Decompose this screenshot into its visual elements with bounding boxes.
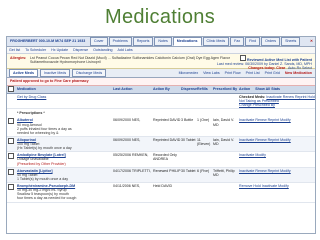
col-dispense: Dispense — [181, 87, 197, 92]
link-outstanding[interactable]: Outstanding — [93, 48, 112, 52]
link-print-flow[interactable]: Print Flow — [225, 71, 241, 75]
patient-bar: FROGHERBERT 000-10-M M/74 SEP 21 1933 Co… — [7, 37, 315, 47]
tab-fax[interactable]: Fax — [230, 37, 245, 46]
review-checkbox[interactable] — [240, 55, 247, 61]
row-checkbox[interactable] — [8, 153, 14, 160]
link-micromedex[interactable]: Micromedex — [179, 71, 199, 75]
table-row: Bromphéniramine-Pseudoeph-DM 10 mg-30 mg-… — [7, 183, 315, 203]
tab-problems[interactable]: Problems — [108, 37, 132, 46]
pharmacy-banner: Patient approved to go to Fine Care phar… — [7, 78, 315, 86]
row-checkbox[interactable] — [8, 168, 14, 175]
tab-reports[interactable]: Reports — [132, 37, 154, 46]
ehr-screenshot: FROGHERBERT 000-10-M M/74 SEP 21 1933 Co… — [6, 36, 316, 234]
get-by-drug-class-link[interactable]: Get by Drug Class — [17, 95, 113, 99]
page-title: Medications — [104, 6, 216, 28]
tab-find[interactable]: Find — [245, 37, 261, 46]
col-action-by[interactable]: Action By — [153, 87, 181, 91]
row-actions[interactable]: Inactivate Renew Reprint Modify — [239, 138, 315, 142]
row-actions[interactable]: Inactivate Renew Reprint Modify — [239, 169, 315, 173]
row-checkbox[interactable] — [8, 137, 14, 144]
tab-medications[interactable]: Medications — [172, 37, 202, 46]
tab-orders[interactable]: Orders — [261, 37, 281, 46]
col-prescribed-by[interactable]: Prescribed By — [213, 87, 239, 91]
row-actions[interactable]: Inactivate Modify — [239, 153, 315, 157]
auto-rx[interactable]: Auto-Rx Select — [288, 66, 312, 70]
col-action: Action Show All Stats — [239, 87, 281, 92]
tab-discharge-meds[interactable]: Discharge Meds — [72, 69, 107, 77]
tab-inactive-meds[interactable]: Inactive Meds — [39, 69, 71, 77]
table-row: Albuterol 90 mcg Aerosol 2 puffs inhaled f… — [7, 117, 315, 137]
tab-cover[interactable]: Cover — [90, 37, 108, 46]
tab-notes[interactable]: Notes — [154, 37, 172, 46]
show-all-stats-link[interactable]: Show All Stats — [255, 87, 280, 91]
new-medication-link[interactable]: New Medication — [285, 71, 312, 75]
table-row: Atorvastatin [Lipitor] 40 mg Tablet 1 Tabl… — [7, 167, 315, 183]
allergy-list: Lst Peanut Cocoa Pecan Red Nut Diazid (M… — [30, 56, 230, 65]
table-row: Allopurinol 100 mg Tablet (Hx Tablet(s) by… — [7, 136, 315, 153]
link-dispense[interactable]: Dispense — [73, 48, 88, 52]
links-row: Get list To Scheduler Hx Update Dispense… — [7, 47, 315, 54]
changes-today[interactable]: Changes today: Clear — [248, 66, 285, 70]
select-all-checkbox[interactable] — [8, 85, 14, 92]
link-hx-update[interactable]: Hx Update — [51, 48, 68, 52]
patient-name: FROGHERBERT 000-10-M M/74 SEP 21 1933 — [10, 39, 86, 44]
med-review-box: Reviewed Active Med List with Patient La… — [217, 55, 312, 70]
col-medication[interactable]: Medication — [17, 87, 113, 91]
section-prescriptions: * Prescriptions * — [17, 111, 45, 116]
row-actions[interactable]: Inactivate Renew Reprint Modify — [239, 118, 315, 122]
view-filters: Micromedex View Labs Print Flow Print Li… — [175, 71, 312, 75]
table-row: Amlodipine Besylate [Lotrel] Dosage unava… — [7, 152, 315, 168]
chart-tabs: Cover Problems Reports Notes Medications… — [90, 37, 301, 46]
tab-sheets[interactable]: Sheets — [281, 37, 301, 46]
link-to-scheduler[interactable]: To Scheduler — [25, 48, 46, 52]
link-print-grid[interactable]: Print Grid — [265, 71, 280, 75]
close-icon[interactable]: ✕ — [310, 39, 313, 43]
link-print-list[interactable]: Print List — [246, 71, 260, 75]
row-checkbox[interactable] — [8, 118, 14, 125]
link-view-labs[interactable]: View Labs — [203, 71, 220, 75]
link-get-list[interactable]: Get list — [9, 48, 20, 52]
change-prescribed-by-link[interactable]: Change Prescribed By — [239, 103, 315, 107]
row-actions[interactable]: Remove Hold Inactivate Modify — [239, 184, 315, 188]
col-refills: Refills — [197, 87, 208, 92]
row-checkbox[interactable] — [8, 184, 14, 190]
table-header: Medication Last Action Action By Dispens… — [7, 85, 315, 94]
col-last-action[interactable]: Last Action — [113, 87, 153, 91]
tab-active-meds[interactable]: Active Meds — [9, 69, 38, 77]
allergies-label: Allergies: — [10, 56, 27, 60]
link-add-labs[interactable]: Add Labs — [118, 48, 133, 52]
allergy-panel: Allergies: Lst Peanut Cocoa Pecan Red Nu… — [7, 54, 315, 70]
checked-meds-row: Get by Drug Class Checked Meds: Inactiva… — [7, 94, 315, 110]
tab-clinic-meds[interactable]: Clinic Meds — [202, 37, 230, 46]
